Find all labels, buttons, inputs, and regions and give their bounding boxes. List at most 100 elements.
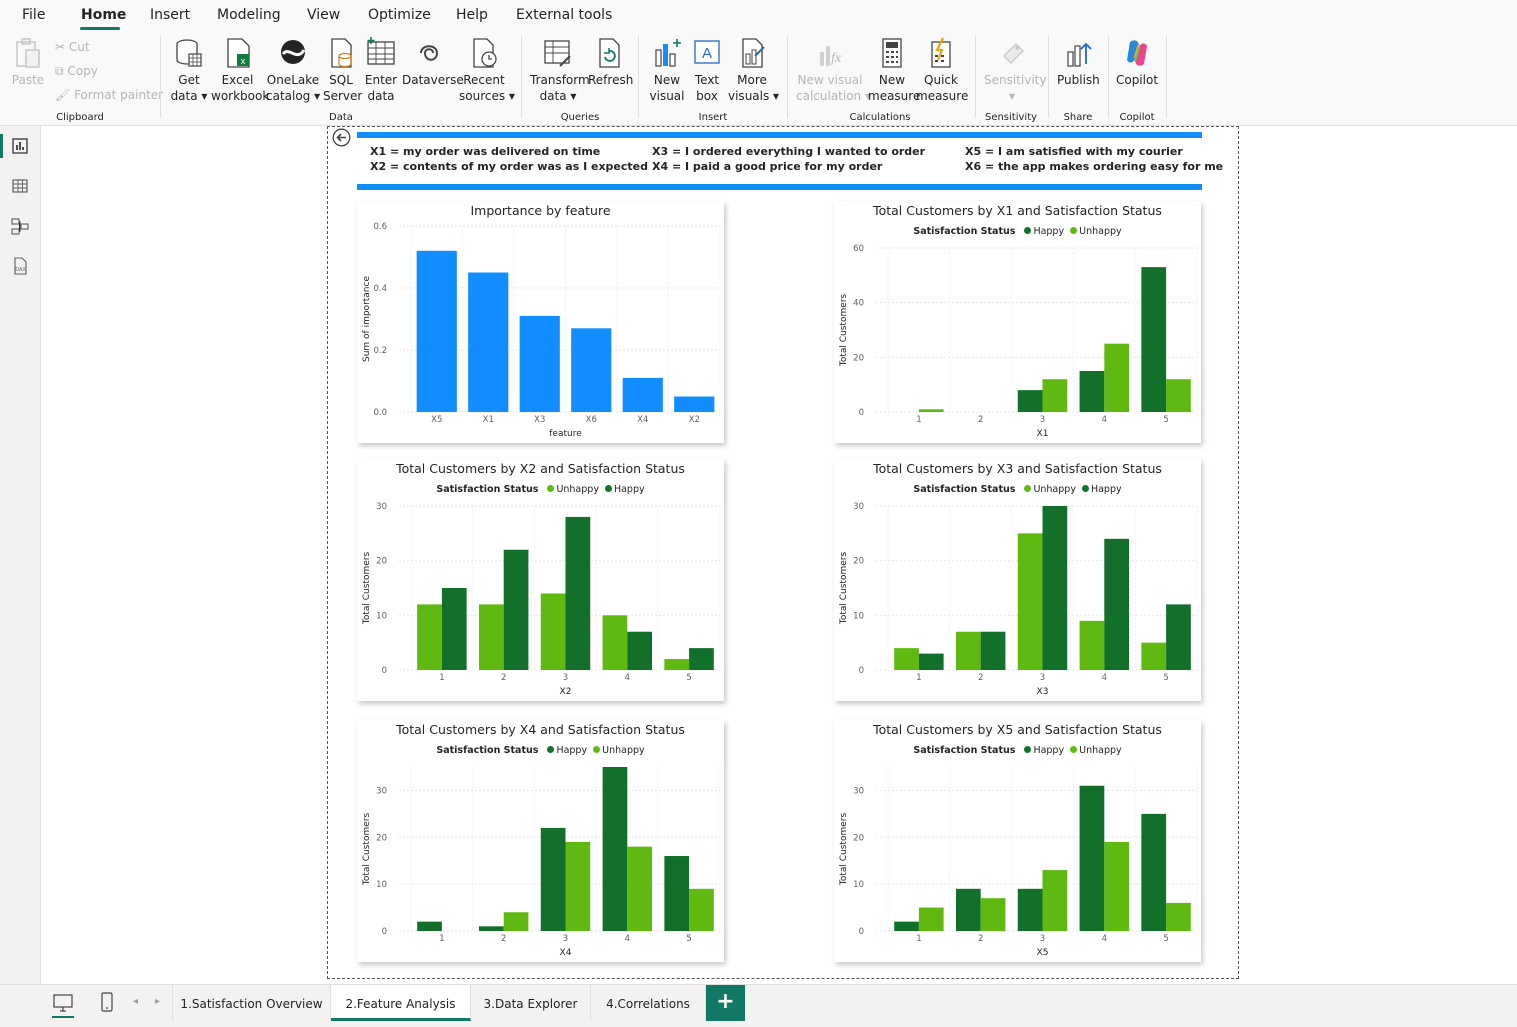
refresh-button[interactable]: Refresh [588,36,633,88]
refresh-icon [599,38,620,68]
format-painter-label: Format painter [74,88,164,102]
ribbon-separator [160,36,161,118]
more-visuals-label-1: More [737,73,767,87]
tab-correlations[interactable]: 4.Correlations [591,985,706,1021]
x-tick-label: 3 [563,673,568,683]
group-label-sensitivity: Sensitivity [984,112,1038,123]
bar-happy [689,648,714,670]
bar-unhappy [1017,533,1043,670]
bar-happy [540,827,566,931]
add-page-button[interactable]: + [706,985,745,1021]
bar-unhappy [955,631,981,670]
legend-dot [547,746,555,753]
cut-button[interactable]: ✂ Cut [55,40,90,54]
sensitivity-button[interactable]: Sensitivity ▾ [984,36,1047,104]
bar-happy [1166,604,1191,670]
active-view-indicator [0,134,3,158]
more-visuals-button[interactable]: More visuals ▾ [728,36,779,104]
ribbon-separator [1048,36,1049,118]
onelake-catalog-button[interactable]: OneLake catalog ▾ [266,36,320,104]
new-measure-label-1: New [878,73,906,87]
menu-home[interactable]: Home [81,7,126,23]
new-visual-label-2: visual [649,89,685,103]
sql-server-button[interactable]: SQL Server [323,36,362,104]
bar-happy [894,921,919,931]
definition-x2: X2 = contents of my order was as I expec… [370,160,648,173]
menu-file[interactable]: File [22,7,45,23]
customers-by-x3-chart[interactable]: 0 10 20 30 1 2 3 4 5 X3 Total Customers Total Cust… [834,459,1201,701]
format-painter-button[interactable]: 🖌 Format painter [55,88,163,102]
ribbon-separator [1166,36,1167,118]
table-view-icon[interactable] [10,176,30,196]
tab-data-explorer[interactable]: 3.Data Explorer [471,985,591,1021]
customers-by-x1-chart[interactable]: 0 20 40 60 1 2 3 4 5 X1 Total Customers Total Cust… [834,201,1201,443]
new-visual-calculation-button[interactable]: fx New visual calculation ▾ [796,36,871,104]
y-tick-label: 40 [853,299,864,309]
report-view-icon[interactable] [10,136,30,156]
bar-unhappy [894,648,919,670]
importance-by-feature-chart[interactable]: 0.0 0.2 0.4 0.6 X5 X1 X3 X6 X4 X2 feature Sum of im… [357,201,724,443]
group-label-queries: Queries [560,112,600,123]
excel-workbook-button[interactable]: x Excel workbook [211,36,269,104]
y-tick-label: 0.4 [373,284,387,294]
copilot-icon [1127,40,1147,66]
legend-dot [604,485,612,492]
y-tick-label: 0 [859,927,864,937]
paste-button[interactable]: Paste [10,36,46,88]
y-tick-label: 0.6 [373,222,387,232]
transform-data-button[interactable]: Transform data ▾ [530,36,590,104]
menu-help[interactable]: Help [456,7,488,23]
x-tick-label: X5 [431,415,442,425]
chevron-down-icon: ▾ [505,89,515,103]
transform-data-icon [544,40,571,67]
quick-measure-button[interactable]: Quick measure [916,36,969,104]
menu-insert[interactable]: Insert [150,7,190,23]
legend-dot [1024,746,1032,753]
text-box-label-1: Text [694,73,720,87]
chart-legend: Satisfaction Status Happy Unhappy [834,745,1201,756]
publish-button[interactable]: Publish [1057,36,1100,88]
chart-svg: 0 10 20 30 1 2 3 4 5 X5 Total Customers [839,767,1198,958]
x-tick-label: 5 [1163,415,1168,425]
dax-query-view-icon[interactable]: DAX [10,256,30,276]
new-visual-button[interactable]: New visual [648,36,686,104]
customers-by-x2-chart[interactable]: 0 10 20 30 1 2 3 4 5 X2 Total Customers Total Cust… [357,459,724,701]
x-tick-label: X6 [586,415,597,425]
legend-item: Unhappy [602,745,645,756]
get-data-button[interactable]: Get data ▾ [168,36,210,104]
y-tick-label: 30 [376,502,387,512]
new-measure-button[interactable]: New measure [868,36,920,104]
menu-external-tools[interactable]: External tools [516,7,612,23]
tab-satisfaction-overview[interactable]: 1.Satisfaction Overview [172,985,331,1021]
x-tick-label: 2 [978,934,983,944]
more-visuals-label-2: visuals [728,89,770,103]
chevron-left-icon[interactable]: ◂ [133,996,138,1007]
calculator-icon [882,38,902,68]
menu-optimize[interactable]: Optimize [368,7,431,23]
sensitivity-label: Sensitivity [984,73,1047,87]
legend-dot [1081,485,1089,492]
tab-feature-analysis[interactable]: 2.Feature Analysis [331,985,471,1021]
enter-data-button[interactable]: Enter data [364,36,398,104]
transform-label-2: data [539,89,567,103]
desktop-layout-icon[interactable] [52,993,74,1013]
dataverse-button[interactable]: Dataverse [402,36,464,88]
mobile-layout-icon[interactable] [99,991,115,1013]
bar-happy [1079,785,1105,931]
customers-by-x4-chart[interactable]: 0 10 20 30 1 2 3 4 5 X4 Total Customers Total Cust… [357,720,724,962]
model-view-icon[interactable] [10,216,30,236]
text-box-button[interactable]: A Text box [690,36,724,104]
chevron-right-icon[interactable]: ▸ [155,996,160,1007]
copy-button[interactable]: ⧉ Copy [55,64,98,79]
bar [571,328,612,412]
quick-measure-label-2: measure [916,89,969,103]
x-tick-label: X1 [483,415,494,425]
back-arrow-icon[interactable] [332,128,351,147]
menu-view[interactable]: View [307,7,340,23]
bar-happy [627,631,653,670]
copilot-button[interactable]: Copilot [1115,36,1159,88]
copy-icon: ⧉ [55,64,64,78]
recent-sources-button[interactable]: Recent sources ▾ [459,36,515,104]
customers-by-x5-chart[interactable]: 0 10 20 30 1 2 3 4 5 X5 Total Customers Total Cust… [834,720,1201,962]
menu-modeling[interactable]: Modeling [217,7,281,23]
